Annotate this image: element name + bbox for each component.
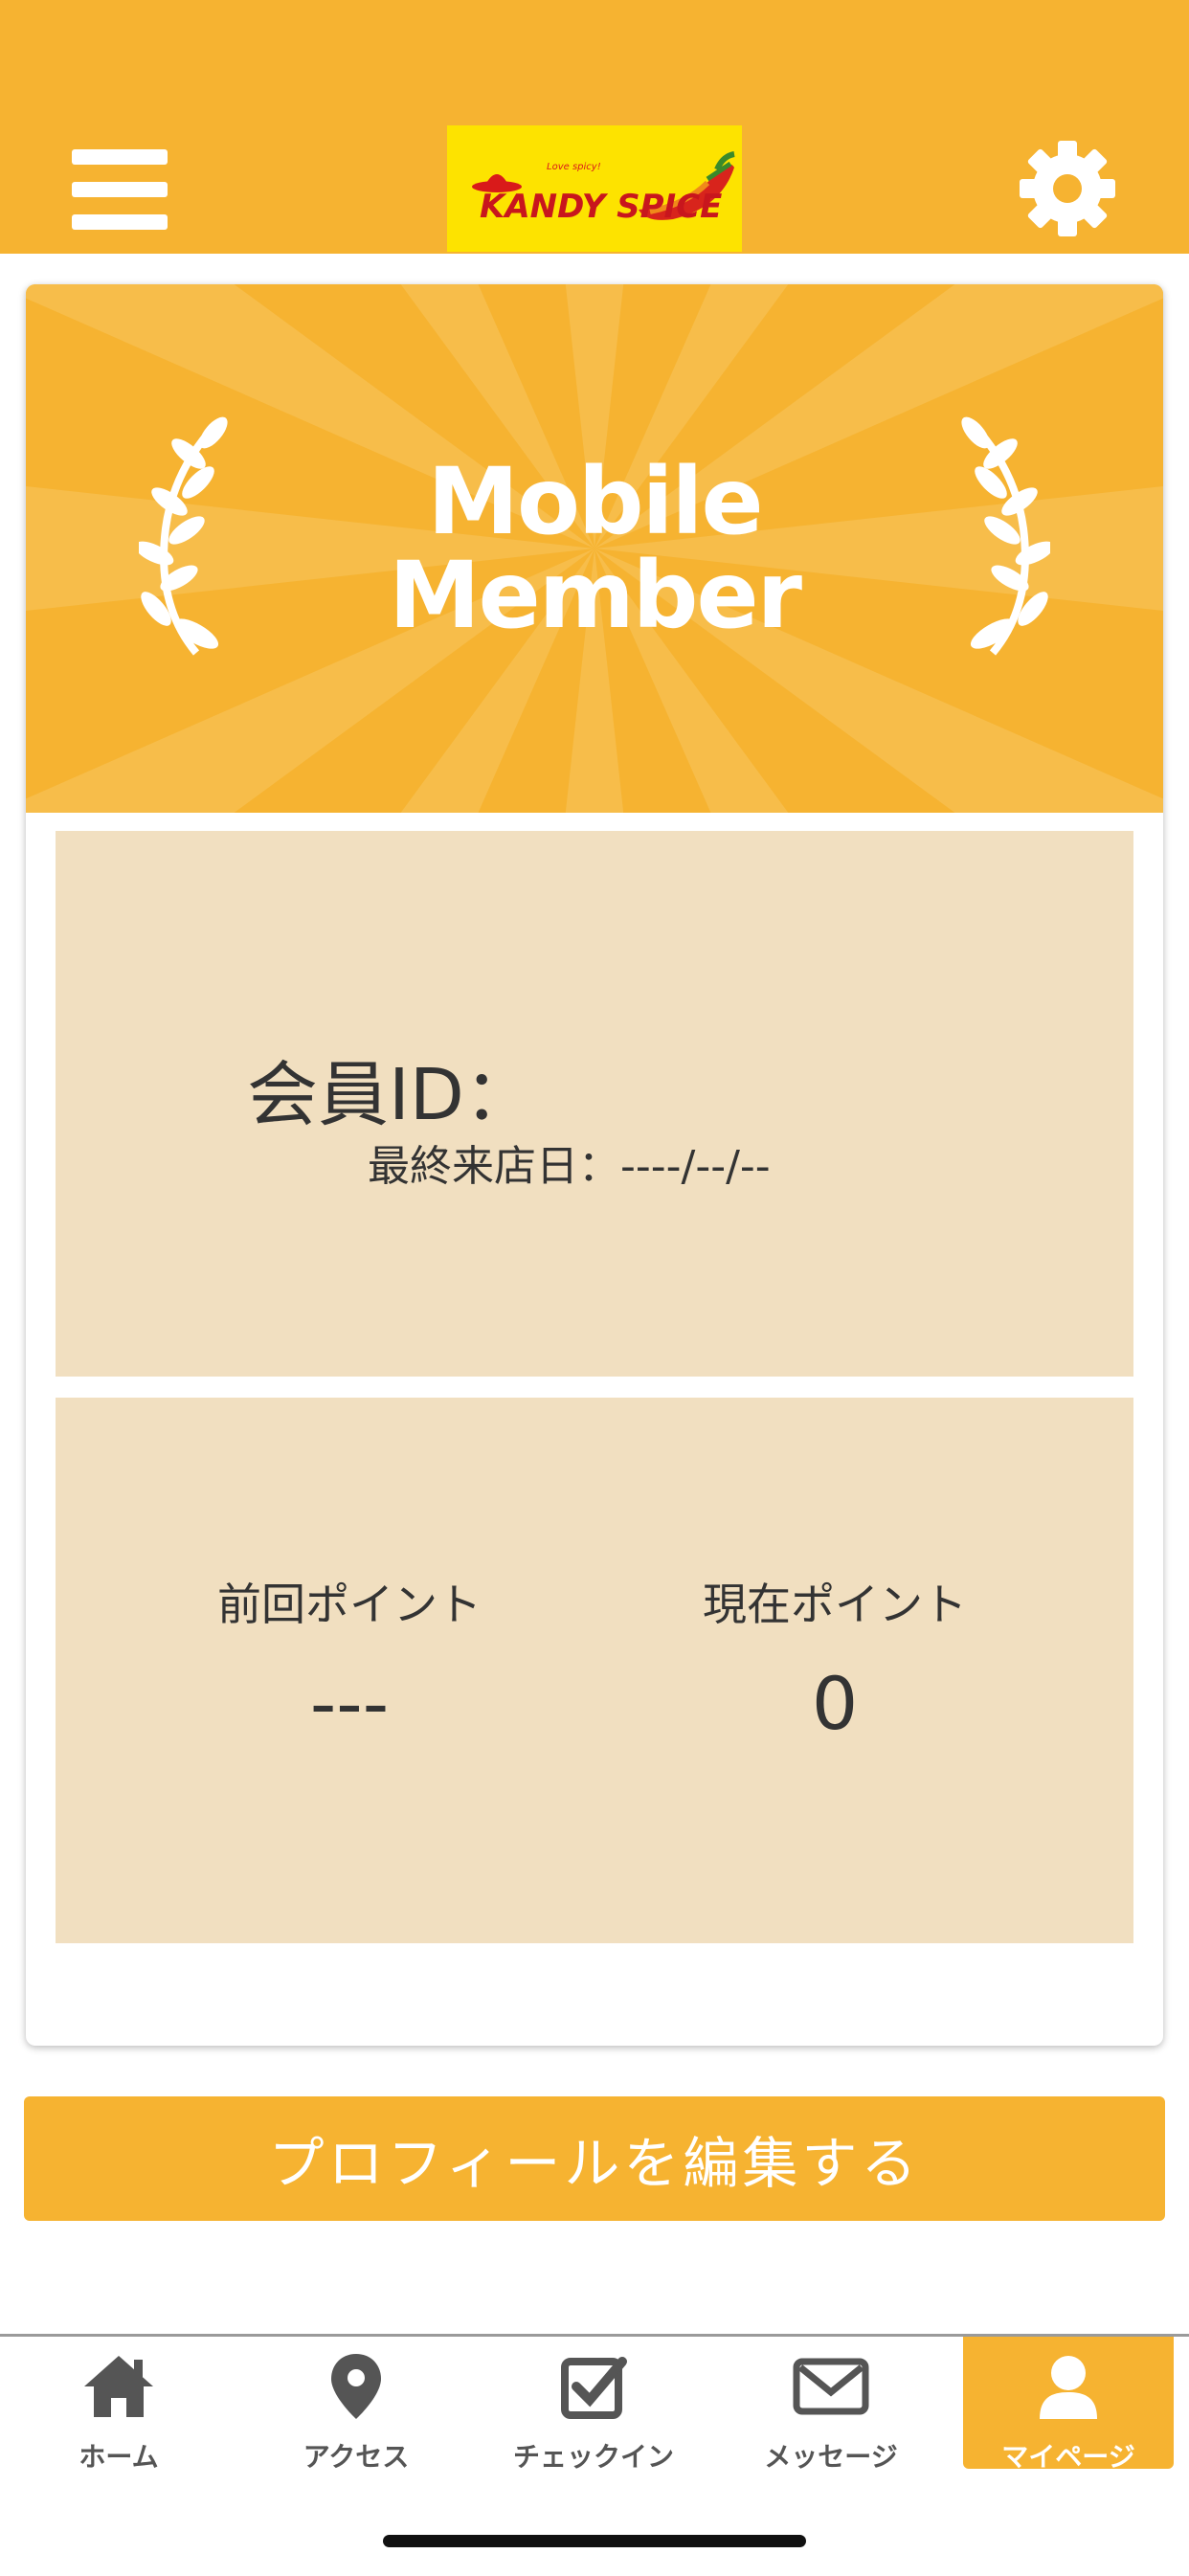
tab-home[interactable]: ホーム	[13, 2337, 224, 2473]
edit-profile-button[interactable]: プロフィールを編集する	[24, 2096, 1165, 2221]
gear-icon[interactable]	[1018, 139, 1117, 238]
tab-checkin[interactable]: チェックイン	[488, 2337, 699, 2473]
previous-points-label: 前回ポイント	[217, 1579, 482, 1630]
app-header: Love spicy! KANDY SPICE	[0, 0, 1189, 254]
member-id-label: 会員ID：	[247, 1054, 535, 1136]
last-visit-date: 最終来店日：----/--/--	[368, 1142, 771, 1191]
tab-checkin-label: チェックイン	[512, 2441, 674, 2473]
current-points-value: 0	[811, 1661, 859, 1746]
map-pin-icon	[331, 2354, 381, 2419]
tab-mypage-label: マイページ	[1001, 2441, 1135, 2473]
kandy-spice-logo: Love spicy! KANDY SPICE	[447, 125, 742, 252]
home-indicator[interactable]	[383, 2535, 806, 2547]
member-info-panel	[56, 831, 1133, 1377]
laurel-right-icon	[961, 416, 1050, 656]
previous-points-value: ---	[309, 1661, 390, 1746]
tab-access-label: アクセス	[303, 2441, 410, 2473]
tab-mypage[interactable]: マイページ	[963, 2337, 1174, 2473]
logo-wordmark: KANDY SPICE	[480, 188, 722, 226]
tab-message[interactable]: メッセージ	[726, 2337, 936, 2473]
tab-message-label: メッセージ	[764, 2441, 898, 2473]
hamburger-menu-icon[interactable]	[72, 147, 168, 230]
envelope-icon	[793, 2358, 869, 2415]
svg-text:Love spicy!: Love spicy!	[547, 162, 601, 172]
tab-home-label: ホーム	[79, 2441, 159, 2473]
current-points-label: 現在ポイント	[703, 1579, 967, 1630]
user-icon	[1040, 2356, 1097, 2419]
home-icon	[84, 2356, 153, 2417]
mobile-member-banner: Mobile Member	[26, 284, 1163, 813]
checkbox-icon	[561, 2357, 627, 2419]
tab-access[interactable]: アクセス	[251, 2337, 461, 2473]
